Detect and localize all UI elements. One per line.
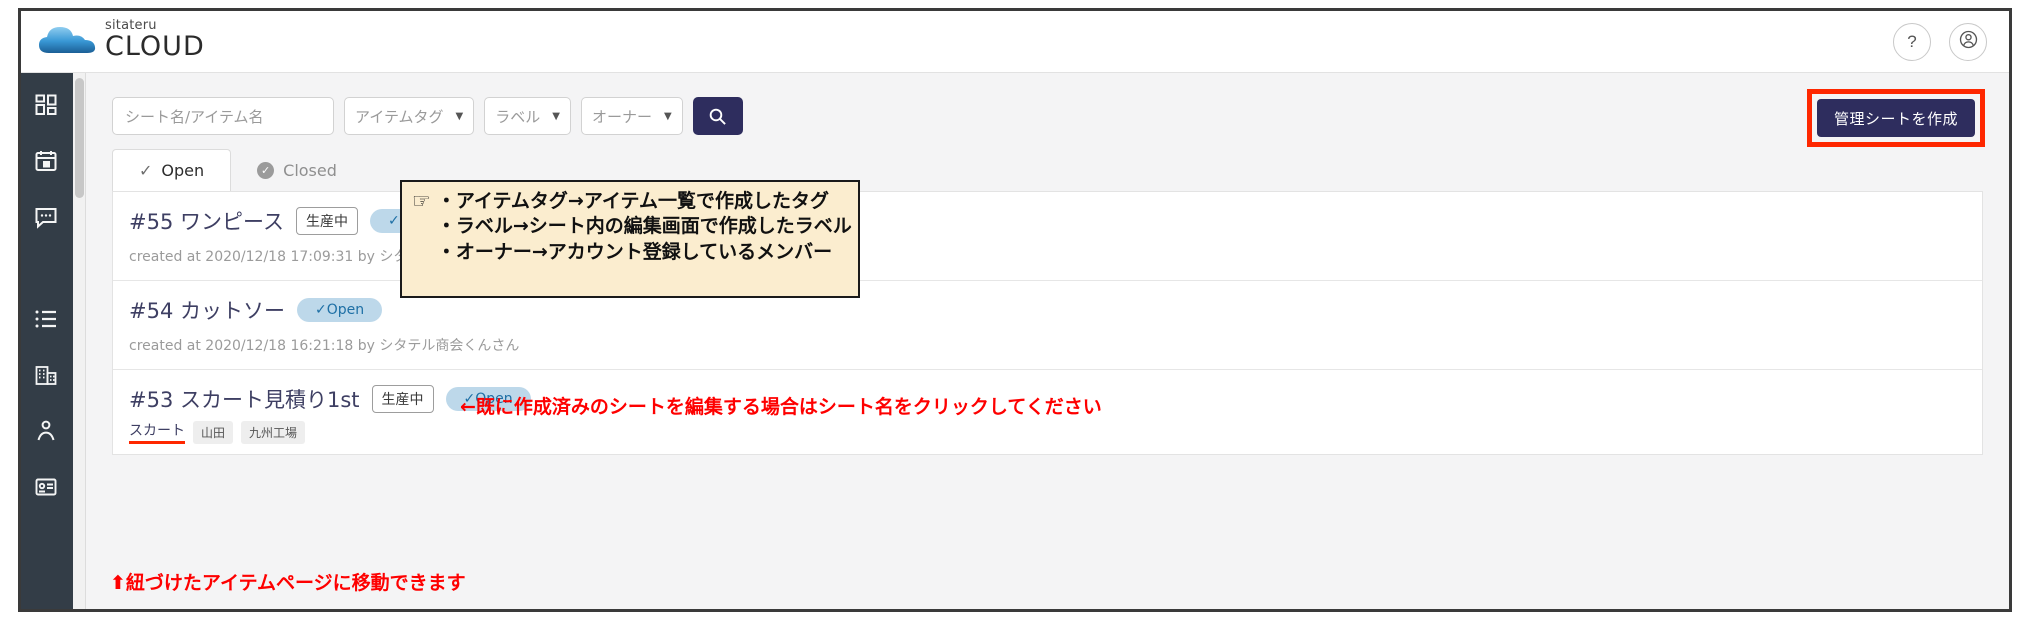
person-icon — [34, 419, 60, 443]
calendar-icon — [34, 149, 60, 173]
account-button[interactable] — [1949, 23, 1987, 61]
search-icon — [708, 107, 727, 126]
sidebar-item-list[interactable] — [34, 307, 60, 333]
help-button[interactable]: ? — [1893, 23, 1931, 61]
user-circle-icon — [1959, 30, 1978, 54]
top-bar: sitateru CLOUD ? — [21, 11, 2009, 73]
sidebar-item-members[interactable] — [34, 419, 60, 445]
tab-closed-label: Closed — [283, 160, 337, 180]
annotation-callout-text: ・アイテムタグ→アイテム一覧で作成したタグ ・ラベル→シート内の編集画面で作成し… — [437, 189, 852, 296]
list-item[interactable]: 山田 — [193, 420, 234, 444]
sheet-row-header: #55 ワンピース 生産中 ✓Open — [113, 192, 1982, 240]
label-select[interactable]: ラベル ▼ — [484, 97, 571, 135]
annotation-item-note: ⬆紐づけたアイテムページに移動できます — [110, 572, 466, 594]
chevron-down-icon: ▼ — [552, 110, 560, 122]
tab-open-label: Open — [161, 161, 205, 180]
open-badge: ✓Open — [297, 298, 383, 322]
status-tabs: ✓ Open ✓ Closed — [112, 149, 363, 191]
sidebar-item-messages[interactable] — [34, 205, 60, 231]
list-icon — [34, 307, 60, 331]
sheets-panel: シート名/アイテム名 アイテムタグ ▼ ラベル ▼ オーナー ▼ 管理シートを作… — [98, 83, 1997, 603]
tab-open[interactable]: ✓ Open — [112, 149, 232, 191]
create-sheet-button[interactable]: 管理シートを作成 — [1817, 99, 1975, 137]
item-page-link[interactable]: スカート — [129, 420, 185, 444]
tab-closed[interactable]: ✓ Closed — [231, 149, 363, 191]
owner-select-label: オーナー — [591, 107, 652, 126]
sheet-meta: created at 2020/12/18 17:09:31 by シタテル商会… — [129, 249, 520, 265]
table-row[interactable]: #54 カットソー ✓Open created at 2020/12/18 16… — [113, 281, 1982, 370]
sheet-meta: created at 2020/12/18 16:21:18 by シタテル商会… — [129, 338, 520, 354]
search-input[interactable]: シート名/アイテム名 — [112, 97, 334, 135]
logo-title: CLOUD — [105, 31, 205, 62]
filter-bar: シート名/アイテム名 アイテムタグ ▼ ラベル ▼ オーナー ▼ — [112, 97, 743, 135]
app-logo[interactable]: sitateru CLOUD — [37, 19, 205, 60]
sidebar-item-calendar[interactable] — [34, 149, 60, 175]
search-button[interactable] — [692, 97, 743, 135]
id-card-icon — [34, 475, 60, 499]
pointing-hand-icon: ☞ — [412, 190, 431, 213]
callout-line-2: ・ラベル→シート内の編集画面で作成したラベル — [436, 215, 852, 238]
cloud-icon — [37, 23, 97, 57]
top-bar-actions: ? — [1893, 23, 1987, 61]
chat-bubble-icon — [34, 205, 60, 229]
sidebar-item-dashboard[interactable] — [34, 93, 60, 119]
sidebar-item-cards[interactable] — [34, 475, 60, 501]
check-icon: ✓ — [139, 161, 153, 180]
screenshot-root: sitateru CLOUD ? シート名/アイテム名 アイテムタグ ▼ ラベル… — [0, 0, 2030, 620]
building-icon — [34, 363, 60, 387]
grid-squares-icon — [34, 93, 60, 117]
table-row[interactable]: #55 ワンピース 生産中 ✓Open created at 2020/12/1… — [113, 192, 1982, 281]
sidebar-item-factory[interactable] — [34, 363, 60, 389]
item-tag-select[interactable]: アイテムタグ ▼ — [344, 97, 475, 135]
left-sidebar — [21, 73, 73, 609]
main-content: シート名/アイテム名 アイテムタグ ▼ ラベル ▼ オーナー ▼ 管理シートを作… — [86, 73, 2009, 609]
callout-line-1: ・アイテムタグ→アイテム一覧で作成したタグ — [436, 190, 829, 212]
list-item[interactable]: 九州工場 — [241, 420, 306, 444]
chevron-down-icon: ▼ — [455, 110, 464, 122]
callout-line-3: ・オーナー→アカウント登録しているメンバー — [436, 240, 833, 263]
annotation-edit-note: ←既に作成済みのシートを編集する場合はシート名をクリックしてください — [460, 396, 1102, 418]
scroll-thumb[interactable] — [75, 78, 84, 198]
status-badge: 生産中 — [371, 385, 434, 413]
chevron-down-icon: ▼ — [663, 110, 672, 122]
sheet-tags: スカート 山田 九州工場 — [113, 418, 1982, 454]
status-badge: 生産中 — [295, 207, 358, 235]
item-tag-label: アイテムタグ — [355, 107, 444, 126]
label-select-label: ラベル — [495, 107, 541, 126]
check-circle-icon: ✓ — [257, 161, 275, 179]
sheet-title-link[interactable]: #53 スカート見積り1st — [129, 384, 360, 414]
sheet-title-link[interactable]: #55 ワンピース — [129, 206, 284, 236]
sheet-title-link[interactable]: #54 カットソー — [129, 295, 285, 325]
question-mark-icon: ? — [1907, 32, 1917, 51]
annotation-callout: ☞ ・アイテムタグ→アイテム一覧で作成したタグ ・ラベル→シート内の編集画面で作… — [400, 180, 860, 298]
sheet-row-header: #54 カットソー ✓Open — [113, 281, 1982, 329]
owner-select[interactable]: オーナー ▼ — [580, 97, 683, 135]
